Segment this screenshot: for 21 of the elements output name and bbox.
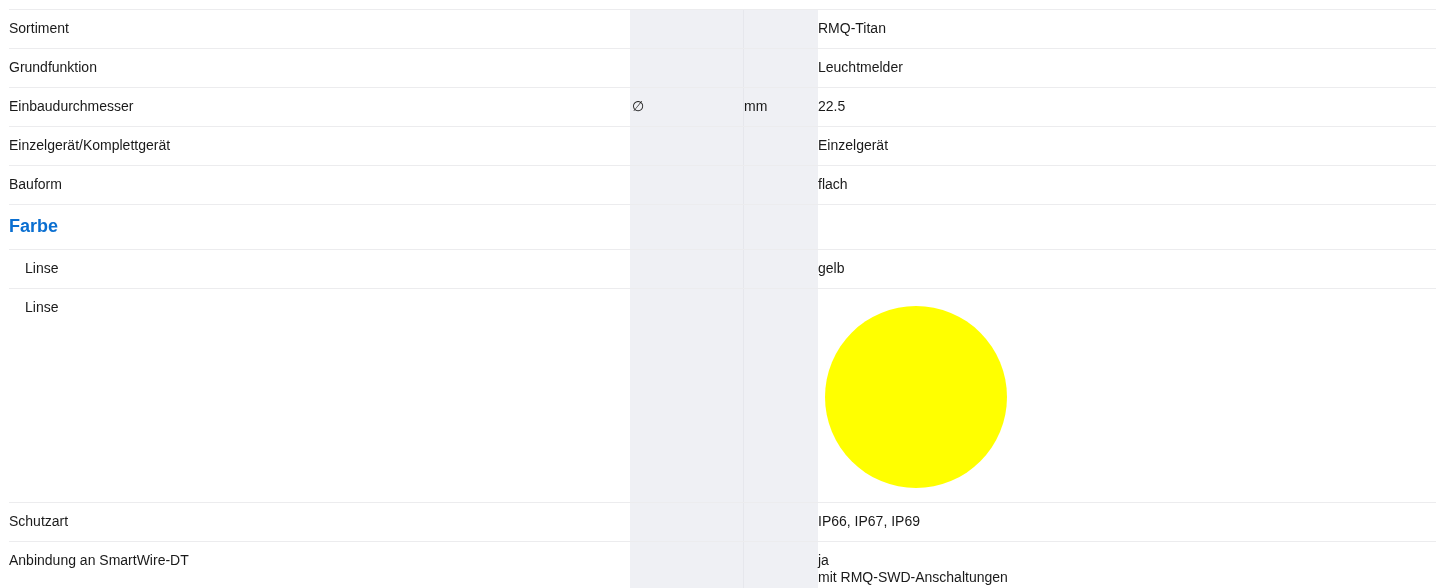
- property-label: Schutzart: [9, 513, 69, 529]
- section-heading: Farbe: [9, 216, 59, 236]
- property-value: 22.5: [818, 98, 847, 115]
- property-label: Grundfunktion: [9, 59, 97, 75]
- property-label: Bauform: [9, 176, 62, 192]
- property-label: Sortiment: [9, 20, 69, 36]
- property-value: Einzelgerät: [818, 137, 890, 154]
- property-value: mit RMQ-SWD-Anschaltungen: [818, 569, 1009, 586]
- property-value: IP66, IP67, IP69: [818, 513, 921, 530]
- property-value: RMQ-Titan: [818, 20, 887, 37]
- property-value: Leuchtmelder: [818, 59, 904, 76]
- property-label: Einzelgerät/Komplettgerät: [9, 137, 171, 153]
- property-label: Linse: [25, 299, 59, 315]
- property-label: Linse: [25, 260, 59, 276]
- unit-cell: mm: [743, 88, 818, 126]
- property-value: gelb: [818, 260, 846, 277]
- property-label: Einbaudurchmesser: [9, 98, 134, 114]
- property-value: flach: [818, 176, 849, 193]
- property-label: Anbindung an SmartWire-DT: [9, 552, 189, 568]
- symbol-cell: ∅: [630, 88, 743, 126]
- property-value: ja: [818, 552, 830, 569]
